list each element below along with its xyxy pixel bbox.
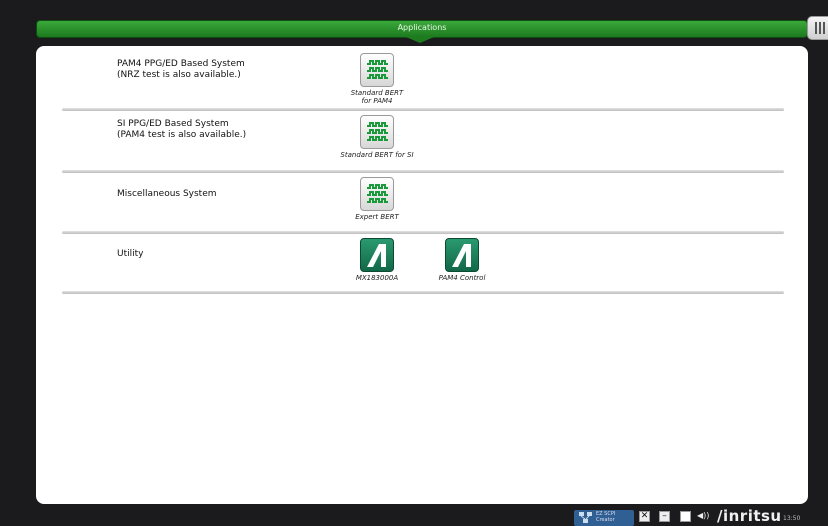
section-label: SI PPG/ED Based System (PAM4 test is als… <box>117 119 246 141</box>
anritsu-brand-logo: /inritsu <box>717 507 782 525</box>
section-label: PAM4 PPG/ED Based System (NRZ test is al… <box>117 59 245 81</box>
bert-waveform-icon <box>360 115 394 149</box>
section-divider <box>62 231 784 234</box>
app-label: Standard BERT for PAM4 <box>350 89 404 105</box>
speaker-icon[interactable]: ◀)) <box>697 511 709 520</box>
ez-scpi-line2: Creator <box>596 517 615 523</box>
app-label: Standard BERT for SI <box>340 151 414 159</box>
app-label: PAM4 Control <box>438 274 486 282</box>
app-label: MX183000A <box>355 274 399 282</box>
app-standard-bert-si[interactable]: Standard BERT for SI <box>332 115 422 159</box>
applications-panel: PAM4 PPG/ED Based System (NRZ test is al… <box>36 46 808 504</box>
header-notch <box>406 37 434 43</box>
app-label: Expert BERT <box>355 213 399 221</box>
ez-scpi-icon <box>579 512 592 523</box>
app-pam4-control[interactable]: PAM4 Control <box>417 238 507 282</box>
section-divider <box>62 170 784 173</box>
ez-scpi-creator-button[interactable]: EZ SCPI Creator <box>574 510 634 526</box>
section-divider <box>62 291 784 294</box>
minimize-button[interactable]: – <box>659 511 670 522</box>
bert-waveform-icon <box>360 53 394 87</box>
applications-header-bar: Applications <box>36 20 808 38</box>
bert-waveform-icon <box>360 177 394 211</box>
section-label-line2: (NRZ test is also available.) <box>117 70 241 80</box>
section-divider <box>62 108 784 111</box>
anritsu-logo-icon <box>445 238 479 272</box>
side-menu-tab[interactable] <box>807 16 828 40</box>
window-icon[interactable] <box>680 511 691 522</box>
header-title: Applications <box>397 23 447 32</box>
section-label: Miscellaneous System <box>117 189 217 200</box>
section-label: Utility <box>117 249 143 260</box>
section-label-line1: SI PPG/ED Based System <box>117 119 229 129</box>
section-label-line2: (PAM4 test is also available.) <box>117 130 247 140</box>
app-expert-bert[interactable]: Expert BERT <box>332 177 422 221</box>
close-button[interactable]: ✕ <box>639 511 650 522</box>
section-label-line1: Utility <box>117 249 144 259</box>
app-mx183000a[interactable]: MX183000A <box>332 238 422 282</box>
app-standard-bert-pam4[interactable]: Standard BERT for PAM4 <box>332 53 422 105</box>
section-label-line1: Miscellaneous System <box>117 189 217 199</box>
status-bar: EZ SCPI Creator ✕ – ◀)) /inritsu 13:50 <box>0 504 828 526</box>
ez-scpi-label: EZ SCPI Creator <box>596 511 615 523</box>
anritsu-logo-icon <box>360 238 394 272</box>
section-label-line1: PAM4 PPG/ED Based System <box>117 59 245 69</box>
clock-time: 13:50 <box>783 515 801 522</box>
